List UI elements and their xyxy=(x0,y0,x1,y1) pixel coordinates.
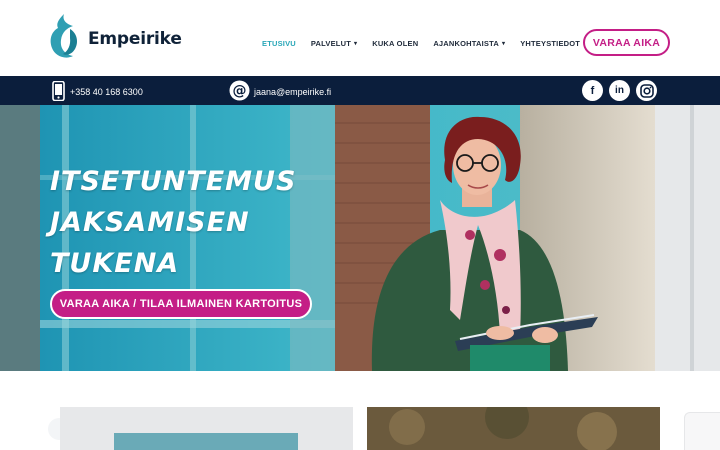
nav-item-yhteystiedot[interactable]: YHTEYSTIEDOT xyxy=(520,39,580,48)
content-card-image[interactable] xyxy=(60,407,353,450)
caret-down-icon: ▾ xyxy=(353,41,358,47)
content-card-image[interactable] xyxy=(367,407,660,450)
nav-label: YHTEYSTIEDOT xyxy=(520,39,581,48)
email-address: jaana@empeirike.fi xyxy=(254,86,332,97)
nav-label: KUKA OLEN xyxy=(372,39,419,48)
nav-item-etusivu[interactable]: ETUSIVU xyxy=(262,39,296,48)
phone-icon xyxy=(52,80,65,103)
facebook-glyph: f xyxy=(590,84,595,97)
social-links: f in xyxy=(582,80,657,101)
card-photo xyxy=(367,407,660,450)
contact-bar: +358 40 168 6300 @ jaana@empeirike.fi f … xyxy=(0,76,720,105)
main-nav: ETUSIVU PALVELUT ▾ KUKA OLEN AJANKOHTAIST… xyxy=(262,39,595,48)
hero-title-line: JAKSAMISEN xyxy=(50,207,250,238)
site-header: Empeirike ETUSIVU PALVELUT ▾ KUKA OLEN AJ… xyxy=(0,0,720,76)
phone-link[interactable]: +358 40 168 6300 xyxy=(52,80,143,103)
svg-text:@: @ xyxy=(233,83,247,99)
nav-item-palvelut[interactable]: PALVELUT ▾ xyxy=(311,39,357,48)
caret-down-icon: ▾ xyxy=(501,41,506,47)
linkedin-glyph: in xyxy=(615,85,624,96)
nav-label: PALVELUT xyxy=(310,39,351,48)
chat-widget-button[interactable] xyxy=(684,412,720,450)
email-link[interactable]: @ jaana@empeirike.fi xyxy=(229,80,331,103)
facebook-icon[interactable]: f xyxy=(582,80,603,101)
brand-logo[interactable]: Empeirike xyxy=(49,14,182,64)
hero-title: ITSETUNTEMUS JAKSAMISEN TUKENA xyxy=(50,161,296,284)
logo-mark-icon xyxy=(49,14,83,64)
nav-label: ETUSIVU xyxy=(262,39,296,48)
at-sign-icon: @ xyxy=(229,80,250,103)
card-image-panel xyxy=(114,433,298,450)
instagram-icon[interactable] xyxy=(636,80,657,101)
nav-item-kuka-olen[interactable]: KUKA OLEN xyxy=(372,39,418,48)
phone-number: +358 40 168 6300 xyxy=(70,87,143,97)
nav-label: AJANKOHTAISTA xyxy=(433,39,499,48)
linkedin-icon[interactable]: in xyxy=(609,80,630,101)
hero-title-line: ITSETUNTEMUS xyxy=(50,166,297,197)
hero-banner: ITSETUNTEMUS JAKSAMISEN TUKENA VARAA AIK… xyxy=(0,105,720,371)
hero-title-line: TUKENA xyxy=(50,248,180,279)
nav-item-ajankohtaista[interactable]: AJANKOHTAISTA ▾ xyxy=(433,39,505,48)
book-appointment-button[interactable]: VARAA AIKA xyxy=(583,29,670,56)
brand-name: Empeirike xyxy=(88,29,182,49)
hero-cta-button[interactable]: VARAA AIKA / TILAA ILMAINEN KARTOITUS xyxy=(50,289,312,319)
